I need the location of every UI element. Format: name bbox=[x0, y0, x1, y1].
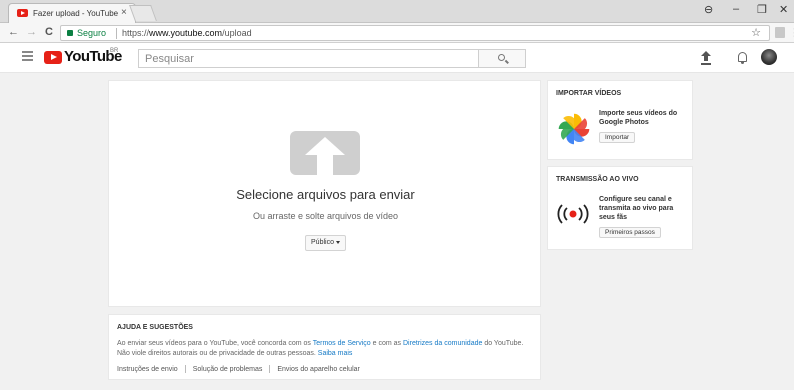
minimize-button[interactable]: – bbox=[733, 3, 739, 15]
avatar[interactable] bbox=[761, 49, 777, 65]
terms-text-mid: e com as bbox=[370, 340, 403, 347]
terms-notice: Ao enviar seus vídeos para o YouTube, vo… bbox=[117, 340, 523, 347]
reload-button[interactable]: C bbox=[45, 26, 53, 38]
search-button[interactable] bbox=[478, 49, 526, 68]
upload-arrow-icon[interactable] bbox=[290, 131, 360, 175]
help-links: Instruções de envio Solução de problemas E… bbox=[117, 365, 360, 373]
forward-button[interactable]: → bbox=[26, 26, 37, 38]
tab-close-icon[interactable]: × bbox=[121, 7, 127, 18]
help-panel: AJUDA E SUGESTÕES Ao enviar seus vídeos … bbox=[108, 314, 541, 380]
import-card-description: Importe seus vídeos do Google Photos bbox=[599, 110, 678, 126]
close-window-button[interactable]: ✕ bbox=[779, 3, 788, 16]
upload-dropzone[interactable]: Selecione arquivos para enviar Ou arrast… bbox=[108, 80, 541, 307]
mobile-uploads-link[interactable]: Envios do aparelho celular bbox=[277, 366, 360, 373]
browser-menu-icon[interactable]: ⋮ bbox=[789, 26, 794, 39]
live-broadcast-icon bbox=[557, 204, 589, 224]
troubleshooting-link[interactable]: Solução de problemas bbox=[193, 366, 263, 373]
youtube-logo-icon[interactable] bbox=[44, 51, 62, 64]
browser-toolbar: ← → C Seguro https://www.youtube.com/upl… bbox=[0, 23, 794, 43]
youtube-masthead: YouTube BR Pesquisar bbox=[0, 43, 794, 73]
privacy-dropdown[interactable]: Público bbox=[305, 235, 346, 251]
new-tab-button[interactable] bbox=[129, 5, 157, 21]
google-photos-icon bbox=[558, 113, 590, 145]
import-videos-card: IMPORTAR VÍDEOS Importe seus vídeos do G… bbox=[547, 80, 693, 160]
learn-more-link[interactable]: Saiba mais bbox=[318, 350, 353, 357]
drag-drop-hint: Ou arraste e solte arquivos de vídeo bbox=[252, 211, 399, 221]
get-started-button[interactable]: Primeiros passos bbox=[599, 227, 661, 238]
secure-label: Seguro bbox=[77, 28, 107, 38]
live-card-title: TRANSMISSÃO AO VIVO bbox=[556, 176, 639, 183]
import-button[interactable]: Importar bbox=[599, 132, 636, 143]
guide-menu-icon[interactable] bbox=[22, 51, 33, 63]
profile-icon[interactable]: ⊖ bbox=[704, 3, 713, 16]
import-card-title: IMPORTAR VÍDEOS bbox=[556, 90, 622, 97]
privacy-label: Público bbox=[311, 239, 334, 246]
select-files-title[interactable]: Selecione arquivos para enviar bbox=[109, 187, 542, 202]
extension-icon[interactable] bbox=[775, 27, 785, 38]
live-card-description: Configure seu canal e transmita ao vivo … bbox=[599, 196, 674, 221]
omnibox-divider bbox=[116, 28, 117, 39]
community-guidelines-link[interactable]: Diretrizes da comunidade bbox=[403, 340, 482, 347]
live-streaming-card: TRANSMISSÃO AO VIVO Configure seu canal … bbox=[547, 166, 693, 250]
search-input[interactable]: Pesquisar bbox=[138, 49, 479, 68]
copyright-notice: Não viole direitos autorais ou de privac… bbox=[117, 350, 352, 357]
country-code: BR bbox=[110, 48, 119, 54]
chevron-down-icon bbox=[335, 240, 340, 244]
browser-tabstrip: Fazer upload - YouTube × ⊖ – ❐ ✕ bbox=[0, 0, 794, 23]
notifications-bell-icon[interactable] bbox=[738, 52, 747, 64]
search-icon bbox=[498, 54, 505, 61]
upload-instructions-link[interactable]: Instruções de envio bbox=[117, 366, 178, 373]
back-button[interactable]: ← bbox=[8, 26, 19, 38]
terms-text: Ao enviar seus vídeos para o YouTube, vo… bbox=[117, 340, 313, 347]
url-text[interactable]: https://www.youtube.com/upload bbox=[122, 28, 252, 38]
tab-title: Fazer upload - YouTube bbox=[33, 9, 119, 18]
url-path: /upload bbox=[222, 28, 252, 38]
help-title: AJUDA E SUGESTÕES bbox=[117, 324, 193, 331]
upload-icon-base bbox=[701, 63, 711, 65]
youtube-favicon-icon bbox=[17, 9, 28, 17]
address-bar[interactable]: Seguro https://www.youtube.com/upload ☆ bbox=[60, 25, 770, 41]
browser-tab[interactable]: Fazer upload - YouTube × bbox=[8, 3, 136, 23]
search-placeholder: Pesquisar bbox=[145, 53, 194, 65]
restore-button[interactable]: ❐ bbox=[757, 3, 767, 16]
url-host: www.youtube.com bbox=[149, 28, 223, 38]
lock-icon bbox=[67, 30, 73, 36]
copyright-text: Não viole direitos autorais ou de privac… bbox=[117, 350, 318, 357]
terms-of-service-link[interactable]: Termos de Serviço bbox=[313, 340, 371, 347]
bookmark-star-icon[interactable]: ☆ bbox=[751, 26, 761, 39]
terms-text-end: do YouTube. bbox=[482, 340, 524, 347]
url-scheme: https:// bbox=[122, 28, 150, 38]
